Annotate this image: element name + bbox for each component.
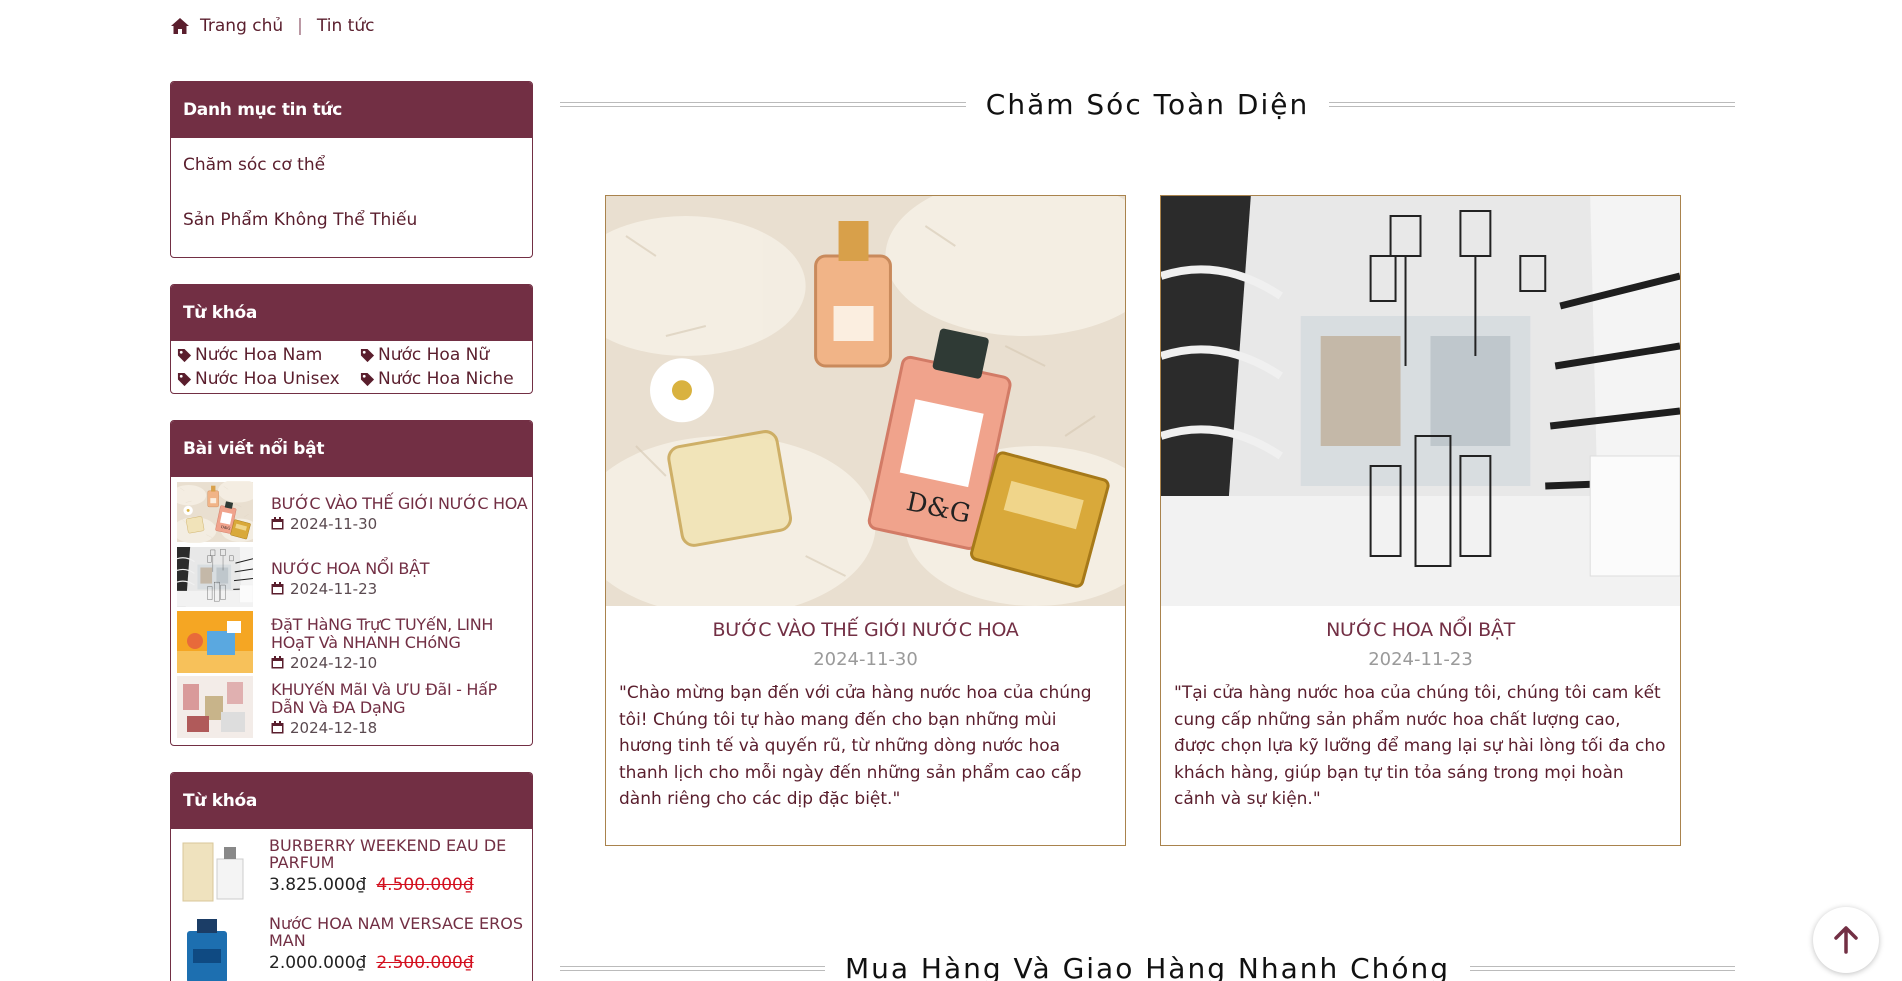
tag-item[interactable]: Nước Hoa Niche [360, 369, 530, 389]
home-icon[interactable] [170, 17, 190, 35]
article-description: "Tại cửa hàng nước hoa của chúng tôi, ch… [1174, 683, 1666, 809]
calendar-icon [271, 517, 284, 530]
featured-date: 2024-12-18 [290, 718, 378, 737]
product-panel-title: Từ khóa [171, 773, 532, 829]
divider [560, 102, 966, 107]
section-title-1: Chăm Sóc Toàn Diện [560, 88, 1735, 121]
section-heading: Chăm Sóc Toàn Diện [985, 88, 1310, 121]
featured-panel: Bài viết nổi bật BƯỚC VÀO THẾ GIỚI NƯỚC … [170, 420, 533, 746]
article-card[interactable]: BƯỚC VÀO THẾ GIỚI NƯỚC HOA 2024-11-30 "C… [605, 195, 1126, 846]
featured-item[interactable]: NƯỚC HOA NỔI BẬT 2024-11-23 [177, 546, 532, 611]
tag-label: Nước Hoa Niche [378, 369, 514, 389]
featured-thumbnail [177, 611, 253, 673]
featured-date: 2024-11-30 [290, 514, 378, 533]
featured-title[interactable]: ĐặT HàNG TrựC TUYếN, LINH HOạT Và NHANH … [271, 615, 532, 652]
divider [1329, 102, 1735, 107]
scroll-top-button[interactable] [1813, 907, 1879, 973]
featured-panel-title: Bài viết nổi bật [171, 421, 532, 477]
divider [1470, 966, 1735, 971]
featured-title[interactable]: BƯỚC VÀO THẾ GIỚI NƯỚC HOA [271, 494, 532, 513]
product-price: 3.825.000₫ [269, 875, 367, 895]
divider [560, 966, 825, 971]
featured-date: 2024-12-10 [290, 653, 378, 672]
breadcrumb-home-link[interactable]: Trang chủ [200, 16, 283, 36]
category-panel-title: Danh mục tin tức [171, 82, 532, 138]
category-item[interactable]: Sản Phẩm Không Thể Thiếu [183, 207, 520, 247]
category-list: Chăm sóc cơ thể Sản Phẩm Không Thể Thiếu [171, 138, 532, 257]
sidebar: Danh mục tin tức Chăm sóc cơ thể Sản Phẩ… [170, 81, 533, 981]
keyword-panel: Từ khóa Nước Hoa Nam Nước Hoa Nữ Nước Ho… [170, 284, 533, 394]
product-price: 2.000.000₫ [269, 953, 367, 973]
breadcrumb-current[interactable]: Tin tức [317, 16, 375, 36]
product-old-price: 4.500.000₫ [376, 875, 474, 895]
tag-icon [360, 348, 375, 362]
section-title-2: Mua Hàng Và Giao Hàng Nhanh Chóng [560, 952, 1735, 981]
tag-item[interactable]: Nước Hoa Nam [177, 345, 360, 365]
product-thumbnail [179, 837, 249, 905]
featured-title[interactable]: NƯỚC HOA NỔI BẬT [271, 559, 532, 578]
article-image[interactable] [606, 196, 1125, 606]
featured-thumbnail [177, 546, 253, 608]
tag-label: Nước Hoa Nam [195, 345, 323, 365]
breadcrumb: Trang chủ | Tin tức [170, 16, 374, 36]
article-description: "Chào mừng bạn đến với cửa hàng nước hoa… [619, 683, 1092, 809]
section-heading: Mua Hàng Và Giao Hàng Nhanh Chóng [844, 952, 1451, 981]
tag-icon [177, 348, 192, 362]
calendar-icon [271, 656, 284, 669]
arrow-up-icon [1834, 926, 1858, 954]
article-date: 2024-11-30 [813, 649, 918, 670]
article-date: 2024-11-23 [1368, 649, 1473, 670]
featured-item[interactable]: KHUYếN MãI Và ƯU ĐãI - HấP DẫN Và ĐA DạN… [177, 676, 532, 741]
article-card[interactable]: NƯỚC HOA NỔI BẬT 2024-11-23 "Tại cửa hàn… [1160, 195, 1681, 846]
tag-item[interactable]: Nước Hoa Unisex [177, 369, 360, 389]
tag-label: Nước Hoa Unisex [195, 369, 340, 389]
product-old-price: 2.500.000₫ [376, 953, 474, 973]
tag-icon [177, 372, 192, 386]
featured-thumbnail [177, 481, 253, 543]
tag-list: Nước Hoa Nam Nước Hoa Nữ Nước Hoa Unisex… [171, 341, 532, 393]
article-title[interactable]: BƯỚC VÀO THẾ GIỚI NƯỚC HOA [606, 619, 1125, 641]
calendar-icon [271, 582, 284, 595]
featured-list: BƯỚC VÀO THẾ GIỚI NƯỚC HOA 2024-11-30 NƯ… [171, 477, 532, 745]
category-panel: Danh mục tin tức Chăm sóc cơ thể Sản Phẩ… [170, 81, 533, 258]
product-title[interactable]: BURBERRY WEEKEND EAU DE PARFUM [269, 837, 532, 871]
breadcrumb-separator: | [297, 16, 303, 36]
product-item[interactable]: BURBERRY WEEKEND EAU DE PARFUM 3.825.000… [179, 837, 532, 915]
keyword-panel-title: Từ khóa [171, 285, 532, 341]
featured-thumbnail [177, 676, 253, 738]
product-panel: Từ khóa BURBERRY WEEKEND EAU DE PARFUM 3… [170, 772, 533, 981]
featured-item[interactable]: ĐặT HàNG TrựC TUYếN, LINH HOạT Và NHANH … [177, 611, 532, 676]
tag-label: Nước Hoa Nữ [378, 345, 490, 365]
featured-title[interactable]: KHUYếN MãI Và ƯU ĐãI - HấP DẫN Và ĐA DạN… [271, 680, 532, 717]
calendar-icon [271, 721, 284, 734]
tag-item[interactable]: Nước Hoa Nữ [360, 345, 530, 365]
product-thumbnail [179, 915, 249, 981]
featured-item[interactable]: BƯỚC VÀO THẾ GIỚI NƯỚC HOA 2024-11-30 [177, 481, 532, 546]
product-list: BURBERRY WEEKEND EAU DE PARFUM 3.825.000… [171, 829, 532, 981]
article-title[interactable]: NƯỚC HOA NỔI BẬT [1161, 619, 1680, 641]
article-image[interactable] [1161, 196, 1680, 606]
category-item[interactable]: Chăm sóc cơ thể [183, 152, 520, 207]
product-title[interactable]: NướC HOA NAM VERSACE EROS MAN [269, 915, 532, 949]
product-item[interactable]: NướC HOA NAM VERSACE EROS MAN 2.000.000₫… [179, 915, 532, 981]
featured-date: 2024-11-23 [290, 579, 378, 598]
tag-icon [360, 372, 375, 386]
